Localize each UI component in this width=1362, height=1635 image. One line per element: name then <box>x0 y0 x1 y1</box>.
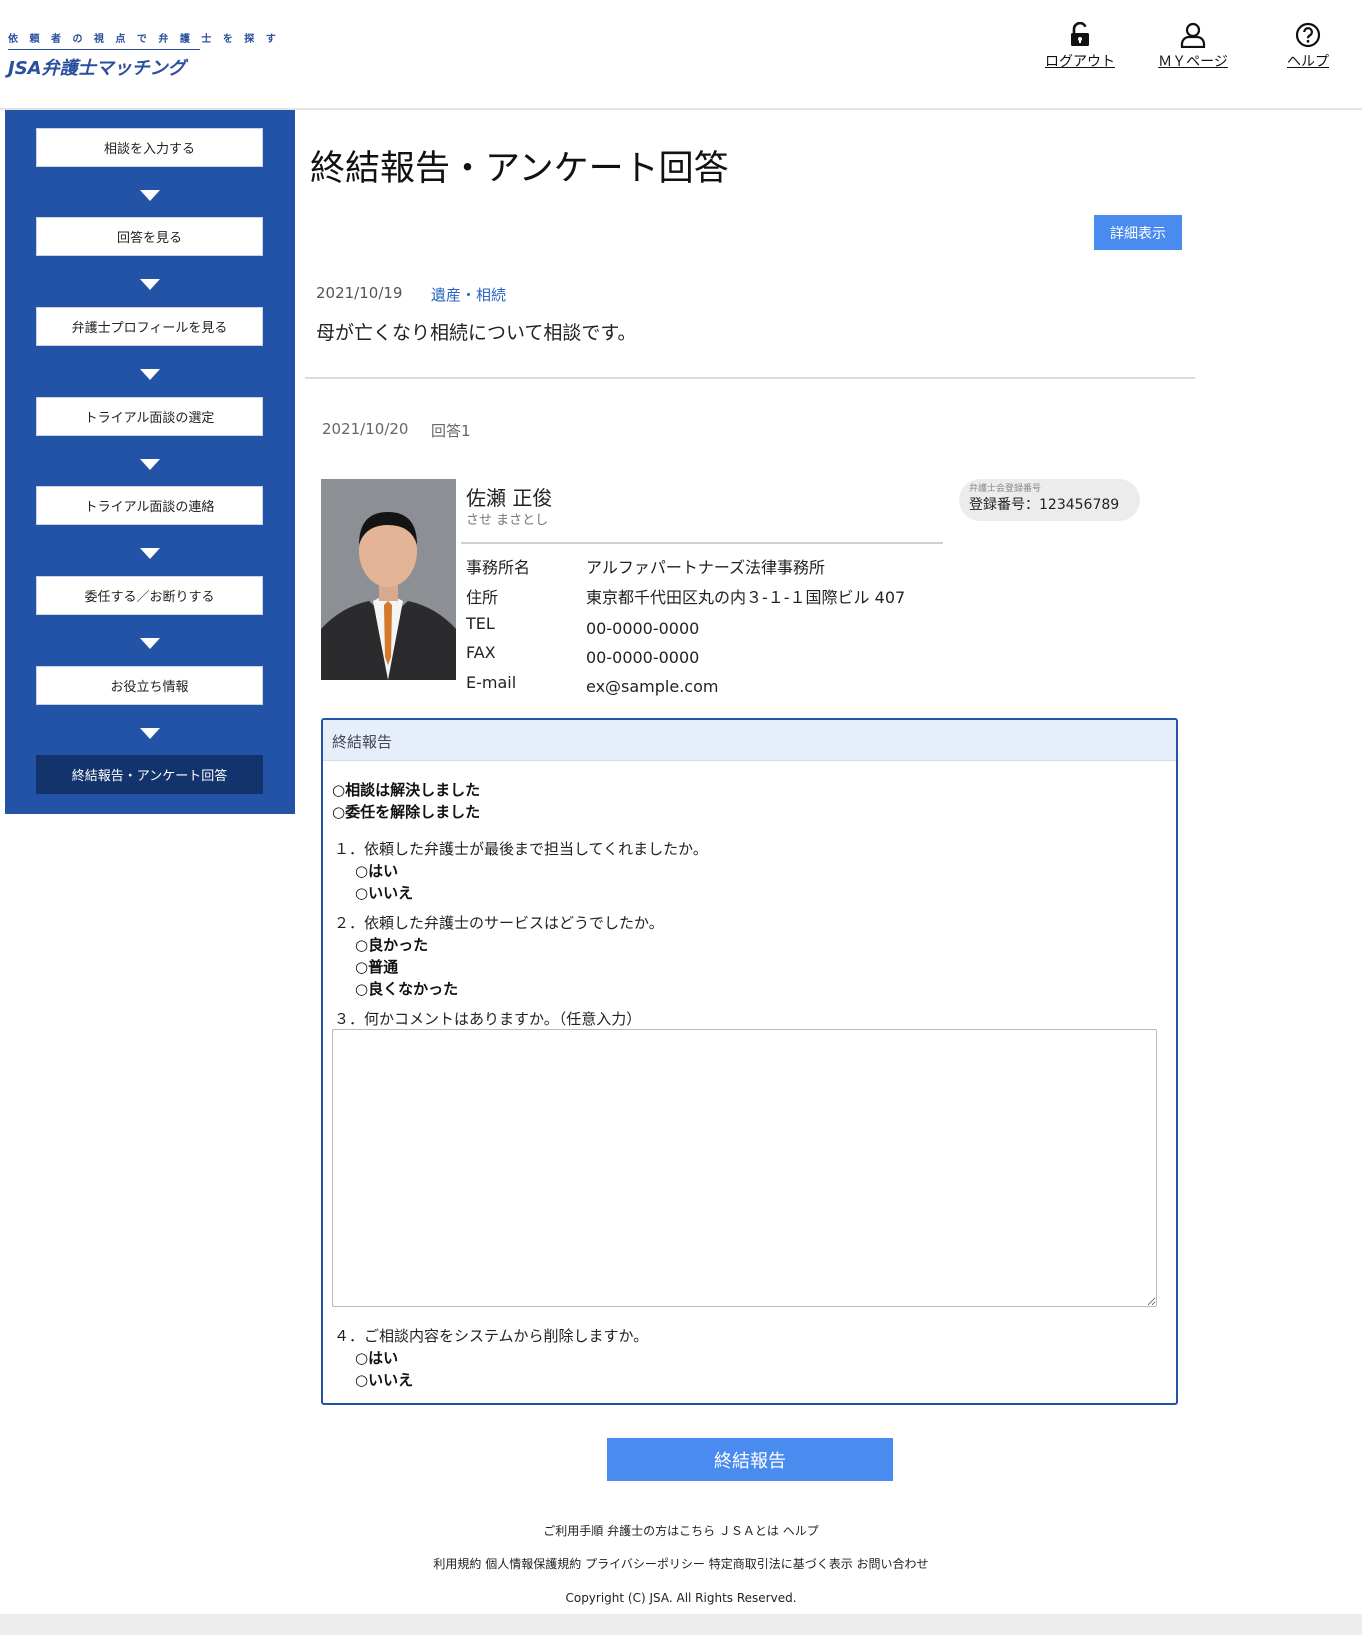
q1-option-yes[interactable]: ○はい <box>355 860 398 881</box>
footer-link-commercial-law[interactable]: 特定商取引法に基づく表示 <box>709 1557 853 1571</box>
registration-number: 登録番号：123456789 <box>969 497 1120 513</box>
question-2: ２．依頼した弁護士のサービスはどうでしたか。 <box>334 914 664 932</box>
office-label: 事務所名 <box>466 558 531 577</box>
name-underline <box>461 542 943 544</box>
step-useful-info[interactable]: お役立ち情報 <box>36 666 263 705</box>
status-option-resolved[interactable]: ○相談は解決しました <box>332 779 480 800</box>
step-arrow <box>140 459 160 470</box>
footer-link-terms[interactable]: 利用規約 <box>433 1557 481 1571</box>
logo-name: JSA弁護士マッチング <box>8 58 186 79</box>
footer-link-about-jsa[interactable]: ＪＳＡとは <box>719 1524 779 1538</box>
mypage-label: ＭＹページ <box>1158 54 1228 70</box>
consultation-date: 2021/10/19 <box>316 284 403 302</box>
comment-textarea[interactable] <box>332 1029 1157 1307</box>
help-label: ヘルプ <box>1287 54 1329 70</box>
q4-option-no[interactable]: ○いいえ <box>355 1369 413 1390</box>
unlock-icon <box>1071 22 1089 46</box>
answer-number: 回答1 <box>431 422 471 440</box>
step-final-report[interactable]: 終結報告・アンケート回答 <box>36 755 263 794</box>
address-label: 住所 <box>466 588 499 607</box>
q2-option-average[interactable]: ○普通 <box>355 956 398 977</box>
email-label: E-mail <box>466 673 517 692</box>
footer-link-contact[interactable]: お問い合わせ <box>857 1557 929 1571</box>
consultation-category[interactable]: 遺産・相続 <box>431 284 506 305</box>
logo-tagline: 依 頼 者 の 視 点 で 弁 護 士 を 探 す <box>8 30 276 50</box>
registration-caption: 弁護士会登録番号 <box>969 484 1042 494</box>
footer-link-help[interactable]: ヘルプ <box>783 1524 819 1538</box>
step-view-answers[interactable]: 回答を見る <box>36 217 263 256</box>
help-icon <box>1295 22 1321 48</box>
footer-link-personal-info[interactable]: 個人情報保護規約 <box>485 1557 581 1571</box>
detail-view-button[interactable]: 詳細表示 <box>1094 215 1182 250</box>
question-3: ３．何かコメントはありますか。（任意入力） <box>334 1010 642 1028</box>
lawyer-name: 佐瀬 正俊 <box>466 486 553 510</box>
footer-link-usage-guide[interactable]: ご利用手順 <box>543 1524 603 1538</box>
user-icon <box>1180 22 1206 48</box>
final-report-form: 終結報告 ○相談は解決しました ○委任を解除しました １．依頼した弁護士が最後ま… <box>321 718 1178 1405</box>
step-arrow <box>140 728 160 739</box>
registration-badge: 弁護士会登録番号 登録番号：123456789 <box>959 479 1140 521</box>
status-option-cancelled[interactable]: ○委任を解除しました <box>332 801 480 822</box>
fax-value: 00-0000-0000 <box>586 648 700 667</box>
answer-date: 2021/10/20 <box>322 420 409 438</box>
step-consult-input[interactable]: 相談を入力する <box>36 128 263 167</box>
lawyer-photo <box>321 479 456 680</box>
step-arrow <box>140 548 160 559</box>
report-heading: 終結報告 <box>332 733 393 751</box>
step-delegate-decline[interactable]: 委任する／お断りする <box>36 576 263 615</box>
logout-label: ログアウト <box>1045 54 1115 70</box>
q4-option-yes[interactable]: ○はい <box>355 1347 398 1368</box>
section-divider <box>305 377 1195 379</box>
step-arrow <box>140 638 160 649</box>
footer-link-privacy[interactable]: プライバシーポリシー <box>585 1557 705 1571</box>
step-arrow <box>140 279 160 290</box>
report-header: 終結報告 <box>323 720 1176 761</box>
email-value[interactable]: ex@sample.com <box>586 677 718 696</box>
page-title: 終結報告・アンケート回答 <box>310 149 729 189</box>
site-logo[interactable]: 依 頼 者 の 視 点 で 弁 護 士 を 探 す JSA弁護士マッチング <box>8 30 276 80</box>
step-trial-contact[interactable]: トライアル面談の連絡 <box>36 486 263 525</box>
tel-label: TEL <box>466 614 495 633</box>
footer-bar <box>0 1614 1362 1635</box>
logout-link[interactable]: ログアウト <box>1035 22 1125 71</box>
address-value: 東京都千代田区丸の内３-１-１国際ビル 407 <box>586 588 906 607</box>
footer-links-secondary: 利用規約 個人情報保護規約 プライバシーポリシー 特定商取引法に基づく表示 お問… <box>0 1555 1362 1572</box>
submit-report-button[interactable]: 終結報告 <box>607 1438 893 1481</box>
step-arrow <box>140 369 160 380</box>
tel-value: 00-0000-0000 <box>586 619 700 638</box>
question-1: １．依頼した弁護士が最後まで担当してくれましたか。 <box>334 840 708 858</box>
q1-option-no[interactable]: ○いいえ <box>355 882 413 903</box>
help-link[interactable]: ヘルプ <box>1263 22 1353 71</box>
consultation-text: 母が亡くなり相続について相談です。 <box>316 322 637 344</box>
q2-option-bad[interactable]: ○良くなかった <box>355 978 458 999</box>
step-trial-selection[interactable]: トライアル面談の選定 <box>36 397 263 436</box>
fax-label: FAX <box>466 643 496 662</box>
footer-link-for-lawyers[interactable]: 弁護士の方はこちら <box>607 1524 715 1538</box>
lawyer-kana: させ まさとし <box>466 513 549 528</box>
mypage-link[interactable]: ＭＹページ <box>1148 22 1238 71</box>
site-header: 依 頼 者 の 視 点 で 弁 護 士 を 探 す JSA弁護士マッチング ログ… <box>0 0 1362 110</box>
step-sidebar: 相談を入力する 回答を見る 弁護士プロフィールを見る トライアル面談の選定 トラ… <box>5 110 295 814</box>
footer-links-primary: ご利用手順 弁護士の方はこちら ＪＳＡとは ヘルプ <box>0 1522 1362 1539</box>
question-4: ４．ご相談内容をシステムから削除しますか。 <box>334 1327 649 1345</box>
step-arrow <box>140 190 160 201</box>
step-lawyer-profile[interactable]: 弁護士プロフィールを見る <box>36 307 263 346</box>
q2-option-good[interactable]: ○良かった <box>355 934 428 955</box>
copyright: Copyright (C) JSA. All Rights Reserved. <box>565 1591 797 1605</box>
office-value: アルファパートナーズ法律事務所 <box>586 558 826 577</box>
